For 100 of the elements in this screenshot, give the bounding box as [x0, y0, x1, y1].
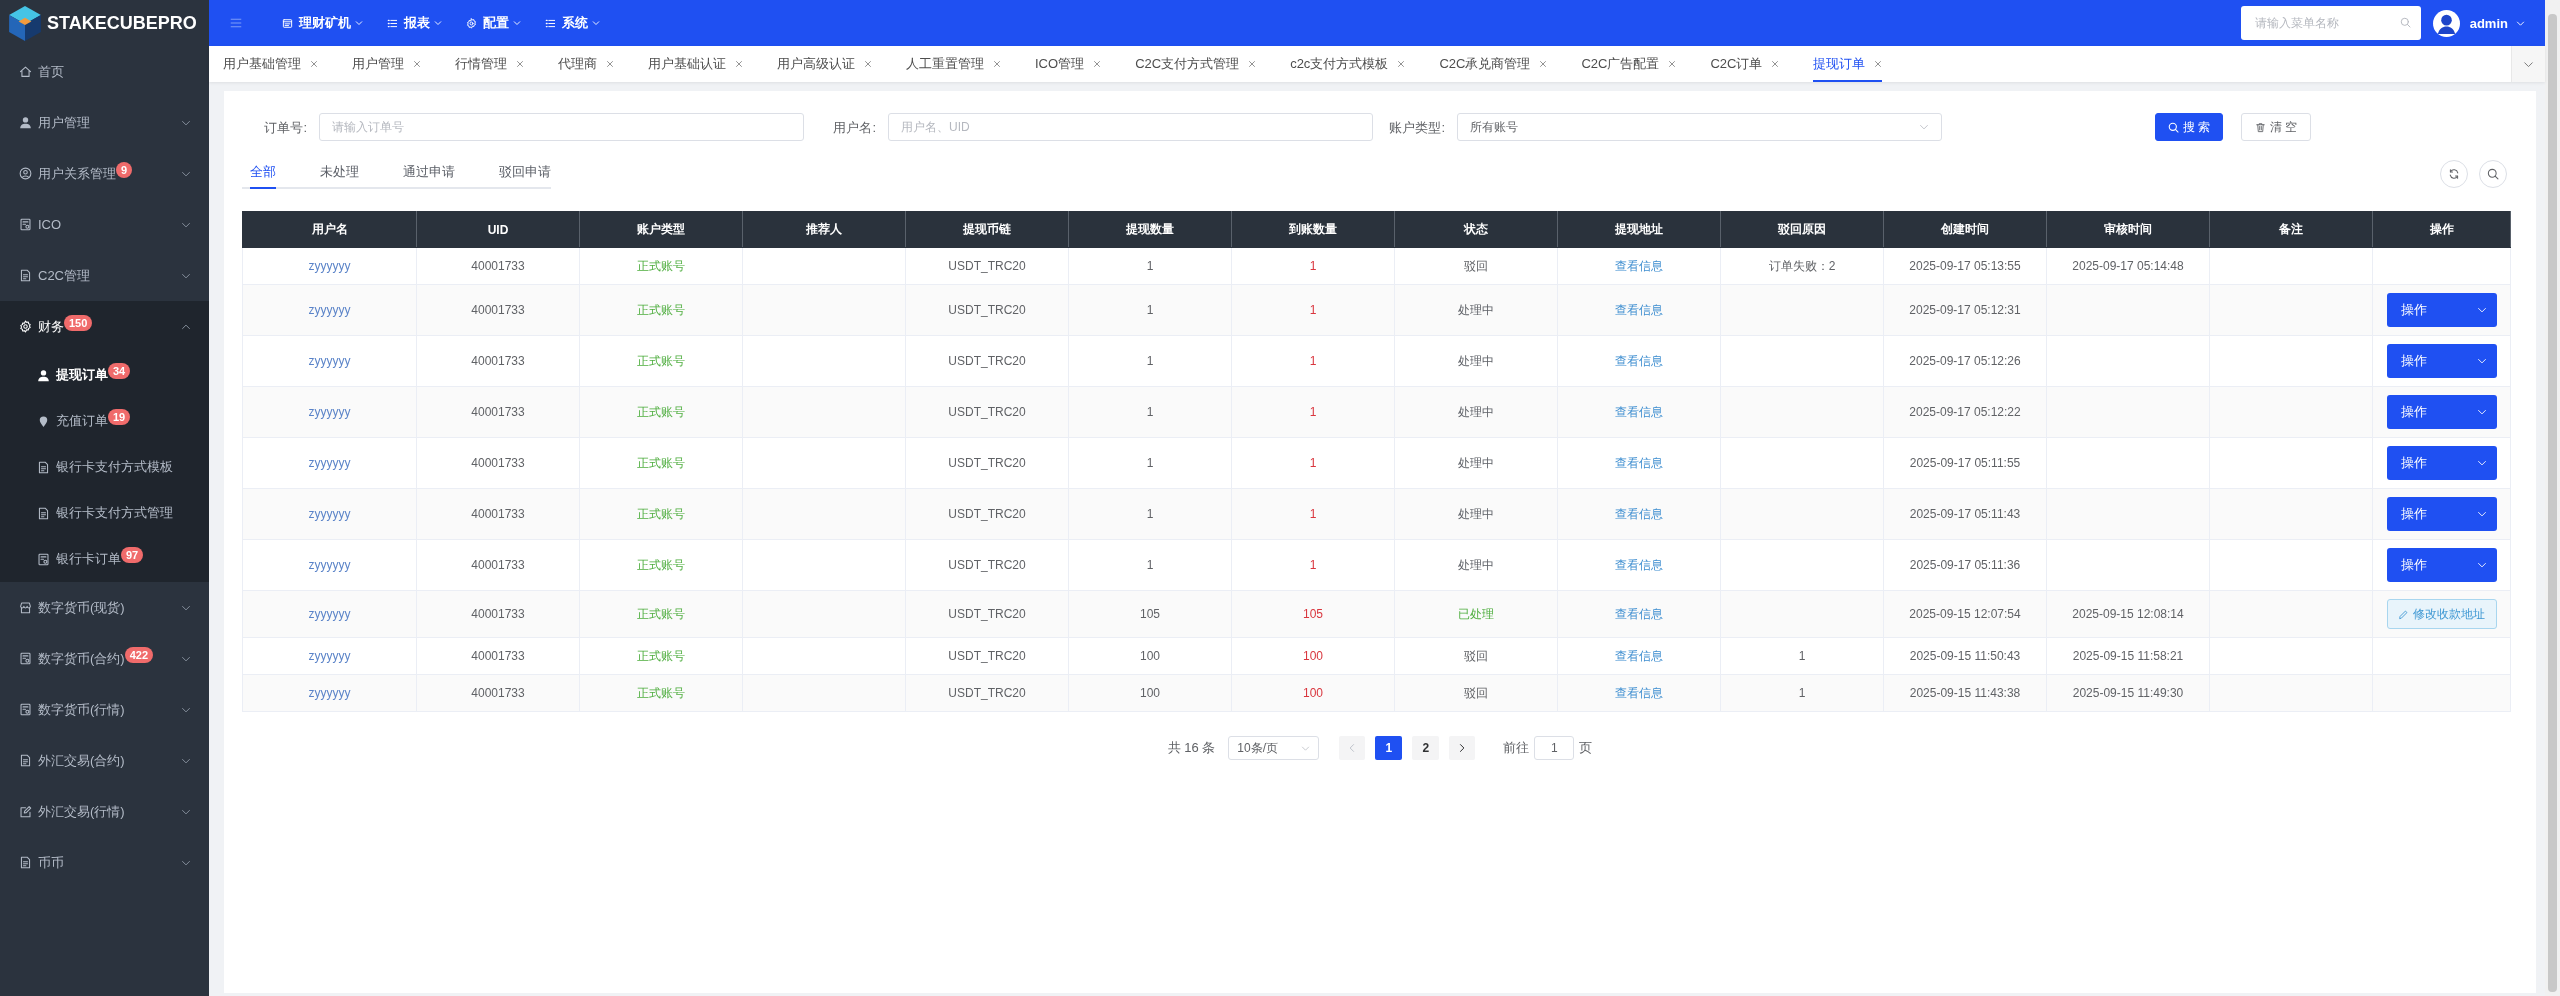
page-tab[interactable]: C2C广告配置	[1581, 46, 1677, 82]
close-icon[interactable]	[1668, 60, 1677, 68]
view-info-link[interactable]: 查看信息	[1615, 607, 1663, 621]
view-info-link[interactable]: 查看信息	[1615, 303, 1663, 317]
page-button[interactable]: 1	[1375, 736, 1403, 760]
top-menu-item[interactable]: 理财矿机	[282, 11, 363, 35]
page-tab[interactable]: 代理商	[558, 46, 614, 82]
scrollbar[interactable]	[2545, 0, 2560, 996]
search-toggle-button[interactable]	[2479, 160, 2507, 188]
filter-input[interactable]: 用户名、UID	[888, 113, 1373, 141]
close-icon[interactable]	[516, 60, 524, 68]
sidebar-menu-item[interactable]: ICO	[0, 199, 209, 250]
sidebar-submenu-item[interactable]: 提现订单 34	[0, 352, 209, 398]
close-icon[interactable]	[413, 60, 421, 68]
top-menu-item[interactable]: 配置	[466, 11, 521, 35]
count-badge: 97	[121, 547, 144, 563]
view-info-link[interactable]: 查看信息	[1615, 354, 1663, 368]
status-tab[interactable]: 全部	[250, 159, 276, 189]
clear-button[interactable]: 清 空	[2241, 113, 2311, 141]
close-icon[interactable]	[1771, 60, 1780, 68]
search-button[interactable]: 搜 索	[2155, 113, 2223, 141]
caret-down-icon[interactable]	[2516, 18, 2525, 28]
filter-input[interactable]: 请输入订单号	[319, 113, 804, 141]
username-link[interactable]: zyyyyyy	[308, 354, 351, 368]
username-link[interactable]: zyyyyyy	[308, 607, 351, 621]
page-tab[interactable]: 用户基础认证	[648, 46, 743, 82]
sidebar-menu-item[interactable]: 数字货币(现货)	[0, 582, 209, 633]
sidebar-submenu-item[interactable]: 银行卡支付方式模板	[0, 444, 209, 490]
page-tab[interactable]: c2c支付方式模板	[1290, 46, 1406, 82]
page-tab[interactable]: 提现订单	[1813, 46, 1883, 82]
operation-dropdown-button[interactable]: 操作	[2386, 446, 2497, 480]
view-info-link[interactable]: 查看信息	[1615, 456, 1663, 470]
close-icon[interactable]	[993, 60, 1001, 68]
username-link[interactable]: zyyyyyy	[308, 456, 351, 470]
close-icon[interactable]	[1093, 60, 1102, 68]
page-tab[interactable]: 用户高级认证	[777, 46, 872, 82]
operation-dropdown-button[interactable]: 操作	[2386, 395, 2497, 429]
close-icon[interactable]	[864, 60, 872, 68]
person-circle-icon	[19, 167, 32, 180]
user-name[interactable]: admin	[2469, 15, 2508, 31]
sidebar-menu-item[interactable]: C2C管理	[0, 250, 209, 301]
close-icon[interactable]	[310, 60, 318, 68]
username-link[interactable]: zyyyyyy	[308, 259, 351, 273]
sidebar-menu-item[interactable]: 用户关系管理 9	[0, 148, 209, 199]
top-menu-item[interactable]: 系统	[545, 11, 600, 35]
close-icon[interactable]	[735, 60, 743, 68]
top-menu-item[interactable]: 报表	[387, 11, 442, 35]
sidebar-submenu-item[interactable]: 银行卡订单 97	[0, 536, 209, 582]
username-link[interactable]: zyyyyyy	[308, 686, 351, 700]
username-link[interactable]: zyyyyyy	[308, 649, 351, 663]
view-info-link[interactable]: 查看信息	[1615, 686, 1663, 700]
sidebar-menu-item[interactable]: 外汇交易(合约)	[0, 735, 209, 786]
page-tab[interactable]: C2C订单	[1710, 46, 1780, 82]
operation-dropdown-button[interactable]: 操作	[2386, 497, 2497, 531]
username-link[interactable]: zyyyyyy	[308, 507, 351, 521]
refresh-icon	[2448, 168, 2460, 180]
sidebar-menu-item[interactable]: 首页	[0, 46, 209, 97]
page-tab[interactable]: 用户基础管理	[223, 46, 318, 82]
page-tab[interactable]: ICO管理	[1035, 46, 1102, 82]
view-info-link[interactable]: 查看信息	[1615, 507, 1663, 521]
username-link[interactable]: zyyyyyy	[308, 303, 351, 317]
menu-icon[interactable]	[229, 17, 243, 29]
operation-dropdown-button[interactable]: 操作	[2386, 344, 2497, 378]
operation-dropdown-button[interactable]: 操作	[2386, 548, 2497, 582]
sidebar-menu-item[interactable]: 外汇交易(行情)	[0, 786, 209, 837]
page-jump-input[interactable]: 1	[1534, 736, 1575, 760]
sidebar-menu-item[interactable]: 数字货币(行情)	[0, 684, 209, 735]
avatar-icon[interactable]	[2432, 9, 2460, 37]
page-tab[interactable]: C2C支付方式管理	[1135, 46, 1257, 82]
page-tab[interactable]: 行情管理	[455, 46, 524, 82]
view-info-link[interactable]: 查看信息	[1615, 558, 1663, 572]
username-link[interactable]: zyyyyyy	[308, 558, 351, 572]
page-size-select[interactable]: 10条/页	[1228, 736, 1320, 760]
sidebar-submenu-item[interactable]: 银行卡支付方式管理	[0, 490, 209, 536]
refresh-button[interactable]	[2440, 160, 2468, 188]
status-tab[interactable]: 通过申请	[403, 159, 455, 189]
close-icon[interactable]	[1539, 60, 1548, 68]
close-icon[interactable]	[606, 60, 614, 68]
menu-search-field[interactable]: 请输入菜单名称	[2240, 6, 2421, 40]
close-icon[interactable]	[1248, 60, 1257, 68]
page-tab[interactable]: 用户管理	[352, 46, 421, 82]
page-tab[interactable]: 人工重置管理	[906, 46, 1001, 82]
status-tab[interactable]: 未处理	[320, 159, 359, 189]
sidebar-menu-item[interactable]: 财务 150	[0, 301, 209, 352]
sidebar-menu-item[interactable]: 用户管理	[0, 97, 209, 148]
view-info-link[interactable]: 查看信息	[1615, 405, 1663, 419]
close-icon[interactable]	[1397, 60, 1406, 68]
sidebar-menu-item[interactable]: 数字货币(合约) 422	[0, 633, 209, 684]
sidebar-menu-item[interactable]: 币币	[0, 837, 209, 888]
sidebar-submenu-item[interactable]: 充值订单 19	[0, 398, 209, 444]
page-tab[interactable]: C2C承兑商管理	[1439, 46, 1548, 82]
page-button[interactable]: 2	[1412, 736, 1440, 760]
status-tab[interactable]: 驳回申请	[499, 159, 551, 189]
username-link[interactable]: zyyyyyy	[308, 405, 351, 419]
close-icon[interactable]	[1874, 60, 1883, 68]
view-info-link[interactable]: 查看信息	[1615, 649, 1663, 663]
operation-dropdown-button[interactable]: 操作	[2386, 293, 2497, 327]
view-info-link[interactable]: 查看信息	[1615, 259, 1663, 273]
table-cell: 正式账号	[579, 284, 743, 336]
filter-select[interactable]: 所有账号	[1457, 113, 1942, 141]
